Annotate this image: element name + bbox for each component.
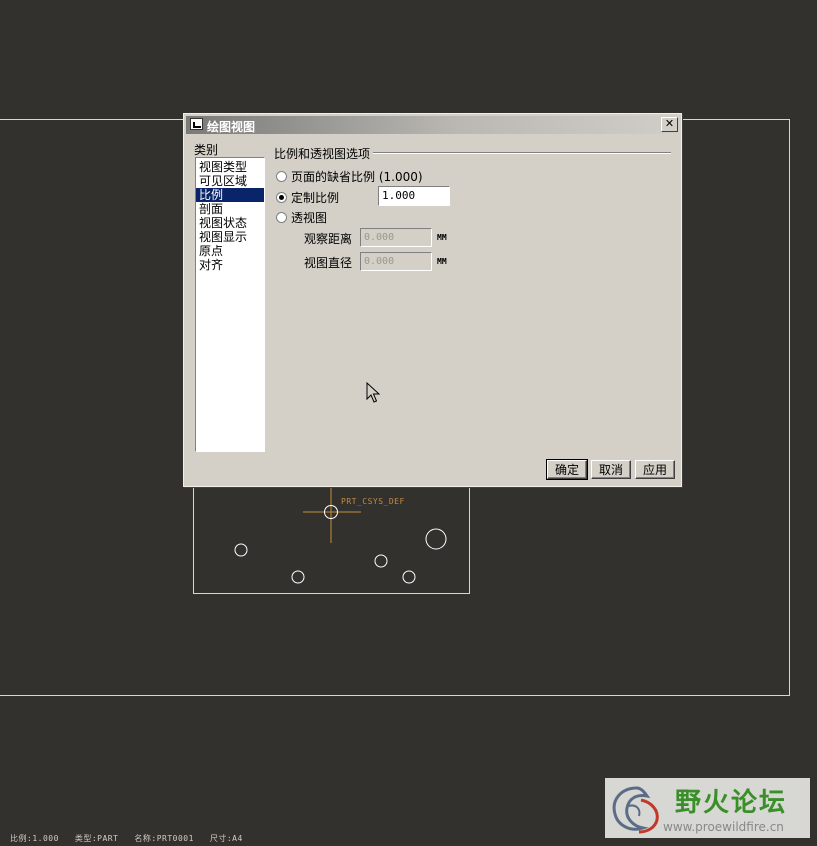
category-item-origin[interactable]: 原点 [196, 244, 264, 258]
default-scale-option[interactable]: 页面的缺省比例 (1.000) [276, 168, 423, 185]
watermark-url: www.proewildfire.cn [663, 820, 784, 834]
forum-watermark: 野火论坛 www.proewildfire.cn [605, 778, 810, 838]
observe-distance-input: 0.000 [360, 228, 432, 247]
drawing-status-line: 比例:1.000 类型:PART 名称:PRT0001 尺寸:A4 [10, 834, 243, 843]
drawing-view-outline[interactable] [193, 486, 470, 594]
dialog-window-icon [190, 118, 203, 130]
observe-distance-unit: MM [437, 233, 447, 242]
custom-scale-option[interactable]: 定制比例 [276, 189, 339, 206]
category-item-scale[interactable]: 比例 [196, 188, 264, 202]
drawing-view-dialog: 绘图视图 ✕ 类别 视图类型 可见区域 比例 剖面 视图状态 视图显示 原点 对… [183, 113, 682, 487]
default-scale-label: 页面的缺省比例 (1.000) [291, 170, 423, 184]
category-item-visible-area[interactable]: 可见区域 [196, 174, 264, 188]
view-diameter-label: 视图直径 [304, 256, 353, 270]
custom-scale-radio[interactable] [276, 192, 287, 203]
category-item-view-state[interactable]: 视图状态 [196, 216, 264, 230]
category-item-view-display[interactable]: 视图显示 [196, 230, 264, 244]
category-item-section[interactable]: 剖面 [196, 202, 264, 216]
view-diameter-input: 0.000 [360, 252, 432, 271]
default-scale-radio[interactable] [276, 171, 287, 182]
category-list[interactable]: 视图类型 可见区域 比例 剖面 视图状态 视图显示 原点 对齐 [195, 157, 265, 452]
custom-scale-input[interactable]: 1.000 [378, 186, 450, 206]
perspective-radio[interactable] [276, 212, 287, 223]
ok-button[interactable]: 确定 [546, 459, 588, 480]
cancel-button[interactable]: 取消 [591, 460, 631, 479]
watermark-title: 野火论坛 [675, 788, 788, 818]
custom-scale-label: 定制比例 [291, 191, 340, 205]
category-label: 类别 [194, 143, 219, 157]
mouse-pointer-icon [366, 382, 380, 403]
flame-logo-icon [612, 786, 659, 834]
close-button[interactable]: ✕ [661, 117, 678, 132]
group-title: 比例和透视图选项 [274, 145, 374, 162]
perspective-option[interactable]: 透视图 [276, 209, 327, 226]
csys-label: PRT_CSYS_DEF [341, 497, 405, 506]
dialog-titlebar[interactable]: 绘图视图 ✕ [186, 116, 679, 134]
category-item-alignment[interactable]: 对齐 [196, 258, 264, 272]
apply-button[interactable]: 应用 [635, 460, 675, 479]
dialog-title: 绘图视图 [207, 120, 256, 134]
view-diameter-unit: MM [437, 257, 447, 266]
observe-distance-label: 观察距离 [304, 232, 353, 246]
perspective-label: 透视图 [291, 211, 328, 225]
category-item-view-type[interactable]: 视图类型 [196, 160, 264, 174]
